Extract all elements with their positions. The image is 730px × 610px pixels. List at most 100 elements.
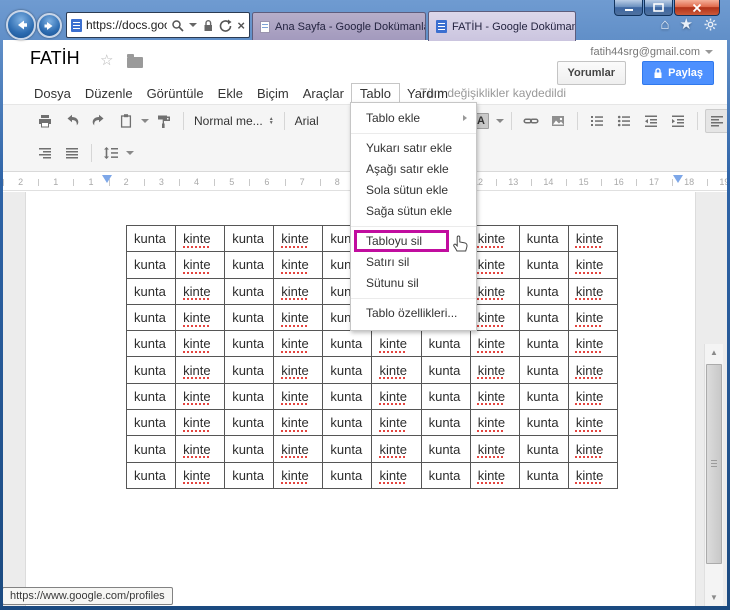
insert-image-button[interactable] <box>546 109 570 133</box>
table-cell[interactable]: kinte <box>470 410 520 437</box>
table-cell[interactable]: kinte <box>568 331 618 358</box>
table-cell[interactable]: kunta <box>127 252 177 279</box>
menu-item-tablo-zellikleri[interactable]: Tablo özellikleri... <box>351 303 476 324</box>
table-cell[interactable]: kunta <box>127 462 177 489</box>
table-cell[interactable]: kinte <box>568 462 618 489</box>
table-cell[interactable]: kunta <box>421 357 471 384</box>
table-cell[interactable]: kunta <box>519 462 569 489</box>
table-cell[interactable]: kunta <box>519 436 569 463</box>
paste-button[interactable] <box>114 109 138 133</box>
menu-item-sola-s-tun-ekle[interactable]: Sola sütun ekle <box>351 180 476 201</box>
table-cell[interactable]: kinte <box>274 304 324 332</box>
menubar-item-g-r-nt-le[interactable]: Görüntüle <box>140 84 211 103</box>
menubar-item-bi-im[interactable]: Biçim <box>250 84 296 103</box>
menu-item-sa-a-s-tun-ekle[interactable]: Sağa sütun ekle <box>351 201 476 222</box>
bulleted-list-button[interactable] <box>612 109 636 133</box>
vertical-scrollbar[interactable]: ▲ ▼ <box>704 344 723 606</box>
highlight-dropdown-icon[interactable] <box>496 119 504 123</box>
address-bar[interactable]: https://docs.goo... × <box>66 12 250 38</box>
back-button[interactable] <box>6 10 36 40</box>
undo-button[interactable] <box>60 109 84 133</box>
table-cell[interactable]: kunta <box>421 410 471 437</box>
table-cell[interactable]: kunta <box>323 331 373 358</box>
table-cell[interactable]: kunta <box>323 383 373 411</box>
table-cell[interactable]: kunta <box>127 278 177 305</box>
close-button[interactable] <box>674 0 720 16</box>
table-cell[interactable]: kunta <box>225 304 275 332</box>
tab-fatih[interactable]: FATİH - Google Dokümanlar ✕ <box>428 11 576 41</box>
menu-item-tablo-ekle[interactable]: Tablo ekle <box>351 108 476 129</box>
home-icon[interactable]: ⌂ <box>660 17 669 32</box>
table-cell[interactable]: kinte <box>372 462 422 489</box>
table-cell[interactable]: kunta <box>519 278 569 305</box>
menu-item-sat-r-sil[interactable]: Satırı sil <box>351 252 476 273</box>
table-cell[interactable]: kunta <box>225 383 275 411</box>
table-cell[interactable]: kinte <box>176 226 226 253</box>
table-cell[interactable]: kinte <box>176 331 226 358</box>
table-cell[interactable]: kinte <box>176 278 226 305</box>
table-cell[interactable]: kinte <box>274 278 324 305</box>
minimize-button[interactable] <box>614 0 643 16</box>
table-cell[interactable]: kunta <box>421 436 471 463</box>
table-cell[interactable]: kunta <box>225 278 275 305</box>
menu-item-yukar-sat-r-ekle[interactable]: Yukarı satır ekle <box>351 138 476 159</box>
table-cell[interactable]: kunta <box>519 383 569 411</box>
decrease-indent-button[interactable] <box>639 109 663 133</box>
table-cell[interactable]: kinte <box>372 357 422 384</box>
table-cell[interactable]: kinte <box>274 462 324 489</box>
numbered-list-button[interactable] <box>585 109 609 133</box>
font-select[interactable]: Arial <box>292 114 322 128</box>
table-cell[interactable]: kinte <box>372 331 422 358</box>
table-cell[interactable]: kinte <box>470 436 520 463</box>
menu-item-tabloyu-sil[interactable]: Tabloyu sil <box>351 230 476 252</box>
table-cell[interactable]: kinte <box>176 383 226 411</box>
table-cell[interactable]: kinte <box>274 383 324 411</box>
table-cell[interactable]: kinte <box>470 304 520 332</box>
table-cell[interactable]: kinte <box>470 383 520 411</box>
table-cell[interactable]: kinte <box>274 252 324 279</box>
menu-item-s-tunu-sil[interactable]: Sütunu sil <box>351 273 476 294</box>
share-button[interactable]: Paylaş <box>642 61 714 85</box>
table-cell[interactable]: kinte <box>274 357 324 384</box>
table-cell[interactable]: kunta <box>519 252 569 279</box>
table-cell[interactable]: kinte <box>568 436 618 463</box>
right-indent-marker[interactable] <box>673 175 683 183</box>
favorites-star-icon[interactable]: ★ <box>680 17 693 32</box>
table-cell[interactable]: kunta <box>225 462 275 489</box>
scroll-up-icon[interactable]: ▲ <box>705 344 723 361</box>
table-cell[interactable]: kinte <box>568 252 618 279</box>
scroll-down-icon[interactable]: ▼ <box>705 589 723 606</box>
justify-button[interactable] <box>60 141 84 165</box>
table-cell[interactable]: kunta <box>127 331 177 358</box>
table-cell[interactable]: kinte <box>274 226 324 253</box>
table-cell[interactable]: kinte <box>274 436 324 463</box>
align-left-button[interactable] <box>705 109 727 133</box>
align-right-button[interactable] <box>33 141 57 165</box>
star-document-icon[interactable]: ☆ <box>100 51 113 69</box>
table-cell[interactable]: kunta <box>323 462 373 489</box>
table-cell[interactable]: kunta <box>225 226 275 253</box>
table-cell[interactable]: kinte <box>176 462 226 489</box>
table-cell[interactable]: kunta <box>225 436 275 463</box>
table-cell[interactable]: kunta <box>127 383 177 411</box>
table-cell[interactable]: kunta <box>323 410 373 437</box>
table-cell[interactable]: kinte <box>470 252 520 279</box>
paste-dropdown-icon[interactable] <box>141 119 149 123</box>
settings-gear-icon[interactable] <box>703 17 718 32</box>
table-cell[interactable]: kinte <box>568 304 618 332</box>
table-cell[interactable]: kunta <box>225 357 275 384</box>
table-cell[interactable]: kinte <box>568 226 618 253</box>
table-cell[interactable]: kinte <box>568 357 618 384</box>
table-cell[interactable]: kunta <box>127 226 177 253</box>
table-cell[interactable]: kinte <box>274 331 324 358</box>
table-cell[interactable]: kinte <box>470 331 520 358</box>
table-cell[interactable]: kunta <box>127 304 177 332</box>
table-cell[interactable]: kinte <box>274 410 324 437</box>
increase-indent-button[interactable] <box>666 109 690 133</box>
table-cell[interactable]: kunta <box>519 331 569 358</box>
account-menu[interactable]: fatih44srg@gmail.com <box>590 46 713 58</box>
print-button[interactable] <box>33 109 57 133</box>
table-cell[interactable]: kinte <box>176 252 226 279</box>
maximize-button[interactable] <box>644 0 673 16</box>
table-cell[interactable]: kunta <box>421 462 471 489</box>
